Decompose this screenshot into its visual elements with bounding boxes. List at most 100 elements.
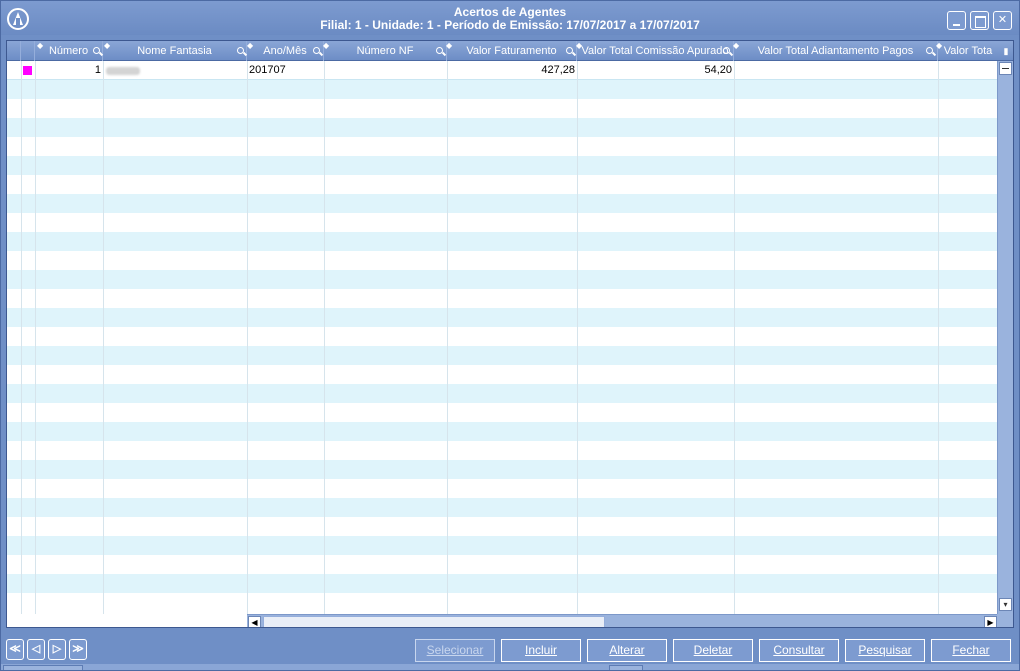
table-row[interactable] <box>7 403 997 422</box>
selecionar-button[interactable]: Selecionar <box>415 639 495 662</box>
table-row[interactable] <box>7 460 997 479</box>
search-icon[interactable] <box>926 47 933 54</box>
column-divider <box>447 61 448 614</box>
cell-numero: 1 <box>94 64 101 76</box>
column-divider <box>103 61 104 614</box>
column-divider <box>247 61 248 614</box>
table-row[interactable] <box>7 555 997 574</box>
cell-valor-adiantamento <box>734 61 936 80</box>
column-divider <box>577 61 578 614</box>
table-row[interactable] <box>7 384 997 403</box>
header-marker-column <box>21 41 35 61</box>
table-row[interactable] <box>7 80 997 99</box>
consultar-button[interactable]: Consultar <box>759 639 839 662</box>
minimize-button[interactable] <box>947 11 966 30</box>
table-row[interactable] <box>7 251 997 270</box>
column-divider <box>324 61 325 614</box>
close-button[interactable]: ✕ <box>993 11 1012 30</box>
table-row[interactable] <box>7 270 997 289</box>
header-ano-mes-label: Ano/Mês <box>263 45 307 57</box>
header-valor-faturamento-label: Valor Faturamento <box>466 45 557 57</box>
status-bar <box>1 664 1019 670</box>
cell-valor-faturamento: 427,28 <box>541 64 575 76</box>
alterar-button[interactable]: Alterar <box>587 639 667 662</box>
next-record-button[interactable]: ▷ <box>48 639 66 660</box>
header-valor-comissao-label: Valor Total Comissão Apurado <box>581 45 729 57</box>
search-icon[interactable] <box>566 47 573 54</box>
last-record-button[interactable]: ≫ <box>69 639 87 660</box>
column-divider <box>35 61 36 614</box>
table-row[interactable] <box>7 289 997 308</box>
window-subtitle: Filial: 1 - Unidade: 1 - Período de Emis… <box>320 18 700 32</box>
deletar-button[interactable]: Deletar <box>673 639 753 662</box>
table-row[interactable] <box>7 365 997 384</box>
pesquisar-button[interactable]: Pesquisar <box>845 639 925 662</box>
header-valor-faturamento[interactable]: Valor Faturamento <box>447 41 577 61</box>
table-row[interactable] <box>7 194 997 213</box>
cell-ano-mes: 201707 <box>249 64 286 76</box>
scroll-left-icon[interactable]: ◀ <box>248 616 261 627</box>
table-row[interactable] <box>7 346 997 365</box>
header-indicator-column <box>7 41 21 61</box>
scroll-collapse-button[interactable] <box>999 62 1012 75</box>
table-row[interactable] <box>7 308 997 327</box>
table-row[interactable] <box>7 137 997 156</box>
previous-record-button[interactable]: ◁ <box>27 639 45 660</box>
data-grid[interactable]: ◆ Número ◆ Nome Fantasia ◆ Ano/Mês ◆ Núm… <box>6 40 1014 628</box>
horizontal-scrollbar[interactable]: ◀ ▶ <box>247 614 999 627</box>
header-numero-label: Número <box>48 45 89 57</box>
column-divider <box>734 61 735 614</box>
search-icon[interactable] <box>313 47 320 54</box>
title-bar: Acertos de Agentes Filial: 1 - Unidade: … <box>1 1 1019 35</box>
maximize-button[interactable] <box>970 11 989 30</box>
table-row[interactable] <box>7 441 997 460</box>
table-row[interactable] <box>7 213 997 232</box>
column-divider <box>21 61 22 614</box>
table-row[interactable] <box>7 118 997 137</box>
header-valor-adiantamento[interactable]: Valor Total Adiantamento Pagos <box>734 41 938 61</box>
scroll-corner <box>997 614 1013 627</box>
table-row[interactable] <box>7 327 997 346</box>
table-row[interactable] <box>7 99 997 118</box>
header-valor-total[interactable]: Valor Tota <box>938 41 998 61</box>
redacted-text <box>106 67 140 75</box>
first-record-button[interactable]: ≪ <box>6 639 24 660</box>
table-row[interactable] <box>7 536 997 555</box>
table-row[interactable] <box>7 574 997 593</box>
status-panel <box>3 665 83 670</box>
table-row[interactable] <box>7 156 997 175</box>
hscroll-spacer <box>7 614 247 627</box>
vertical-scrollbar[interactable]: ▾ <box>997 61 1013 614</box>
header-nome-fantasia[interactable]: Nome Fantasia <box>103 41 247 61</box>
header-valor-comissao[interactable]: Valor Total Comissão Apurado <box>577 41 734 61</box>
window-title: Acertos de Agentes <box>453 5 567 19</box>
header-valor-total-label: Valor Tota <box>943 45 993 57</box>
table-row[interactable] <box>7 593 997 612</box>
grid-body: 1 201707 427,28 54,20 <box>7 61 997 614</box>
horizontal-scroll-thumb[interactable] <box>263 616 605 627</box>
main-window: Acertos de Agentes Filial: 1 - Unidade: … <box>0 0 1020 671</box>
table-row[interactable] <box>7 232 997 251</box>
cell-nome-fantasia <box>103 61 247 80</box>
table-row[interactable] <box>7 175 997 194</box>
row-status-marker <box>23 66 32 75</box>
search-icon[interactable] <box>723 47 730 54</box>
table-row[interactable] <box>7 498 997 517</box>
table-row[interactable] <box>7 422 997 441</box>
column-chooser-icon[interactable]: ▮ <box>998 41 1013 61</box>
search-icon[interactable] <box>93 47 100 54</box>
table-row[interactable] <box>7 479 997 498</box>
grid-header: ◆ Número ◆ Nome Fantasia ◆ Ano/Mês ◆ Núm… <box>7 41 1013 61</box>
scroll-right-icon[interactable]: ▶ <box>984 616 997 627</box>
header-numero-nf-label: Número NF <box>356 45 414 57</box>
fechar-button[interactable]: Fechar <box>931 639 1011 662</box>
scroll-down-icon[interactable]: ▾ <box>999 598 1012 611</box>
table-row[interactable] <box>7 517 997 536</box>
search-icon[interactable] <box>237 47 244 54</box>
incluir-button[interactable]: Incluir <box>501 639 581 662</box>
cell-valor-comissao: 54,20 <box>704 64 732 76</box>
table-row[interactable]: 1 201707 427,28 54,20 <box>7 61 997 80</box>
search-icon[interactable] <box>436 47 443 54</box>
header-nome-fantasia-label: Nome Fantasia <box>137 45 212 57</box>
header-numero-nf[interactable]: Número NF <box>324 41 447 61</box>
